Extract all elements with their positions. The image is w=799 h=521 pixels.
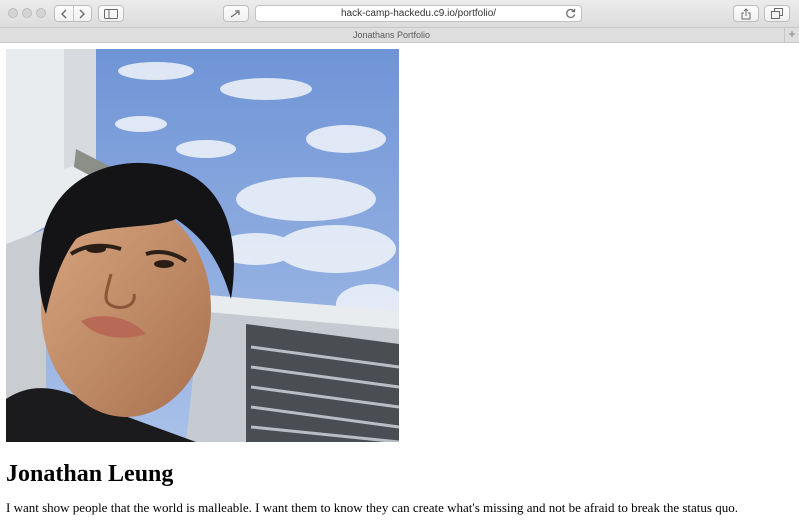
- window-zoom-icon[interactable]: [36, 8, 46, 18]
- window-close-icon[interactable]: [8, 8, 18, 18]
- page-title: Jonathan Leung: [6, 461, 174, 487]
- share-button[interactable]: [733, 5, 759, 22]
- sidebar-button[interactable]: [98, 5, 124, 22]
- reload-icon[interactable]: [564, 7, 577, 20]
- sidebar-icon: [104, 8, 118, 19]
- url-text: hack-camp-hackedu.c9.io/portfolio/: [340, 8, 497, 19]
- share-icon: [741, 7, 751, 19]
- reader-icon: [230, 9, 240, 17]
- reader-button[interactable]: [223, 5, 249, 22]
- back-button[interactable]: [55, 6, 73, 21]
- tabs-overview-icon: [771, 8, 783, 19]
- browser-toolbar: hack-camp-hackedu.c9.io/portfolio/: [0, 0, 799, 28]
- address-bar[interactable]: hack-camp-hackedu.c9.io/portfolio/: [255, 5, 582, 22]
- new-tab-button[interactable]: +: [784, 28, 799, 42]
- chevron-left-icon: [60, 9, 67, 18]
- window-minimize-icon[interactable]: [22, 8, 32, 18]
- tab-title[interactable]: Jonathans Portfolio: [0, 28, 783, 42]
- bio-text: I want show people that the world is mal…: [6, 500, 738, 515]
- chevron-right-icon: [79, 9, 86, 18]
- tabs-overview-button[interactable]: [764, 5, 790, 22]
- tab-bar: Jonathans Portfolio +: [0, 28, 799, 43]
- forward-button[interactable]: [72, 6, 92, 21]
- profile-photo: [6, 49, 399, 442]
- navigation-buttons: [54, 5, 92, 22]
